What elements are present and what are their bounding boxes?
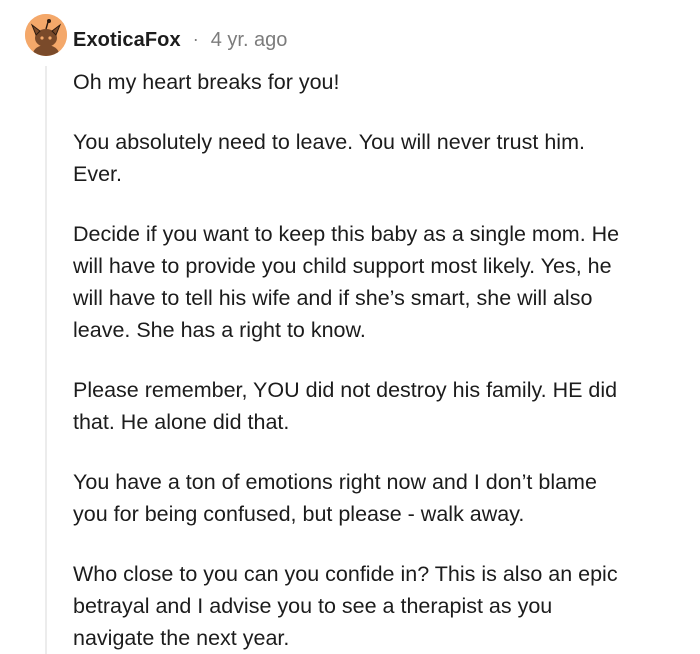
comment-paragraph: You have a ton of emotions right now and… xyxy=(73,466,688,530)
paragraph-line: Decide if you want to keep this baby as … xyxy=(73,222,620,246)
comment-paragraph: Decide if you want to keep this baby as … xyxy=(73,218,688,346)
paragraph-line: you for being confused, but please - wal… xyxy=(73,502,525,526)
comment-paragraph: Who close to you can you confide in? Thi… xyxy=(73,558,688,654)
paragraph-line: You have a ton of emotions right now and… xyxy=(73,470,597,494)
thread-line[interactable] xyxy=(45,66,47,654)
comment-paragraph: Please remember, YOU did not destroy his… xyxy=(73,374,688,438)
comment-paragraph: You absolutely need to leave. You will n… xyxy=(73,126,688,190)
paragraph-line: Oh my heart breaks for you! xyxy=(73,70,340,94)
paragraph-line: You absolutely need to leave. You will n… xyxy=(73,130,585,154)
paragraph-line: Please remember, YOU did not destroy his… xyxy=(73,378,618,402)
comment: ExoticaFox · 4 yr. ago Oh my heart break… xyxy=(0,0,700,654)
author-username[interactable]: ExoticaFox xyxy=(73,29,181,52)
paragraph-line: betrayal and I advise you to see a thera… xyxy=(73,594,553,618)
paragraph-line: leave. She has a right to know. xyxy=(73,318,366,342)
meta-separator: · xyxy=(192,28,199,49)
paragraph-line: will have to tell his wife and if she’s … xyxy=(73,286,593,310)
paragraph-line: Who close to you can you confide in? Thi… xyxy=(73,562,618,586)
comment-paragraph: Oh my heart breaks for you! xyxy=(73,66,688,98)
comment-header: ExoticaFox · 4 yr. ago xyxy=(73,27,287,53)
paragraph-line: navigate the next year. xyxy=(73,626,290,650)
avatar[interactable] xyxy=(25,14,67,56)
paragraph-line: that. He alone did that. xyxy=(73,410,290,434)
snoo-avatar-icon xyxy=(25,14,67,56)
paragraph-line: will have to provide you child support m… xyxy=(73,254,612,278)
paragraph-line: Ever. xyxy=(73,162,122,186)
comment-timestamp[interactable]: 4 yr. ago xyxy=(211,29,288,52)
comment-body: Oh my heart breaks for you! You absolute… xyxy=(73,66,688,654)
